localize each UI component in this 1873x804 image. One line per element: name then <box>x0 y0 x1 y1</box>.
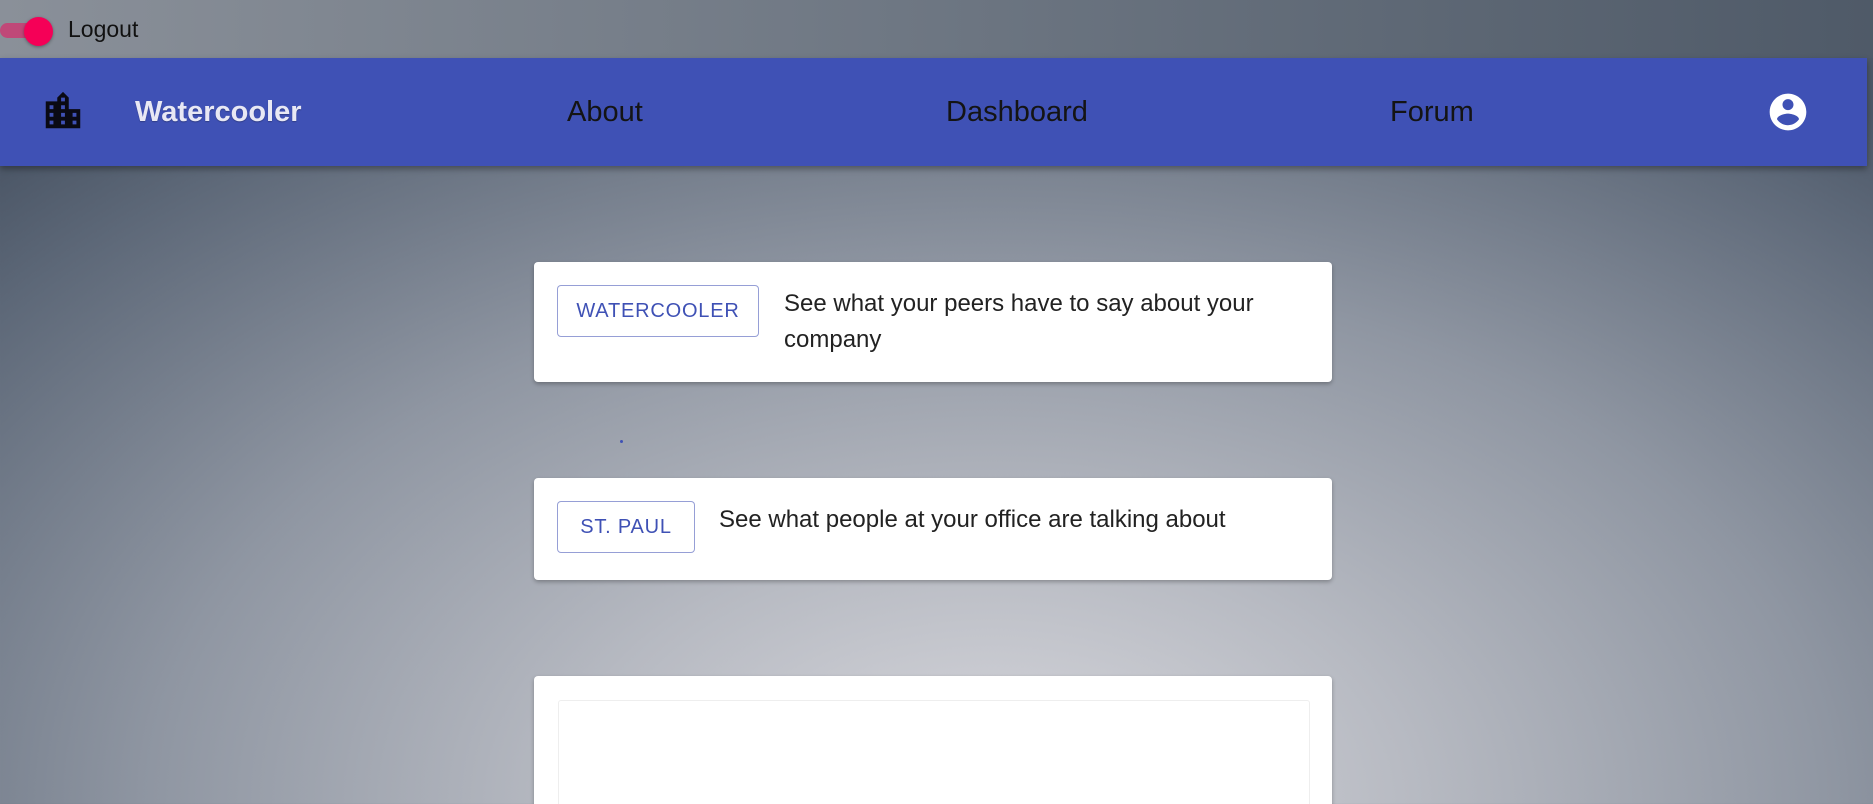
account-circle-icon[interactable] <box>1766 90 1810 134</box>
nav-about[interactable]: About <box>567 94 643 130</box>
office-description: See what people at your office are talki… <box>719 506 1226 533</box>
nav-forum[interactable]: Forum <box>1390 94 1474 130</box>
building-icon <box>45 91 81 129</box>
toggle-thumb[interactable] <box>24 17 53 46</box>
app-bar: Watercooler About Dashboard Forum <box>0 58 1867 166</box>
content-panel <box>558 700 1310 804</box>
nav-dashboard[interactable]: Dashboard <box>946 94 1088 130</box>
content-card <box>534 676 1332 804</box>
logout-label: Logout <box>68 16 139 42</box>
office-button[interactable]: ST. PAUL <box>557 501 695 553</box>
top-strip: Logout <box>0 0 1873 58</box>
watercooler-description: See what your peers have to say about yo… <box>784 290 1254 353</box>
watercooler-button[interactable]: WATERCOOLER <box>557 285 759 337</box>
watercooler-card: WATERCOOLER See what your peers have to … <box>534 262 1332 382</box>
dot-marker <box>620 440 623 443</box>
logout-toggle[interactable] <box>0 17 53 46</box>
office-card: ST. PAUL See what people at your office … <box>534 478 1332 580</box>
brand-title[interactable]: Watercooler <box>135 94 302 130</box>
